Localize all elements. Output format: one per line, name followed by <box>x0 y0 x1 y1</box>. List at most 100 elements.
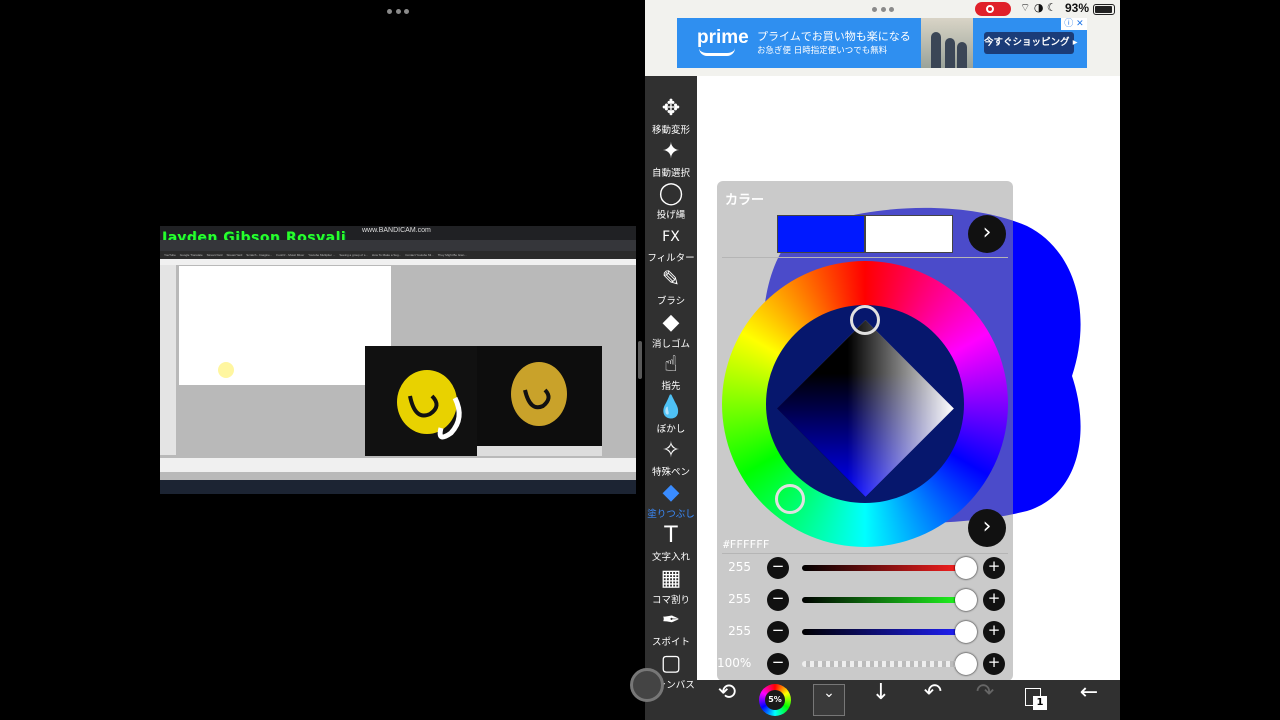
tool-eyedropper-icon: ✒ <box>661 608 681 634</box>
video-paint-canvas <box>179 266 391 385</box>
down-arrow-icon[interactable]: ↓ <box>861 680 901 720</box>
slider-green-minus-icon[interactable]: − <box>767 589 789 611</box>
tool-transform-label: 移動変形 <box>651 125 690 136</box>
slider-red-plus-icon[interactable]: + <box>983 557 1005 579</box>
sv-picker-handle[interactable] <box>850 305 880 335</box>
screen: Jayden Gibson Rosvali www.BANDICAM.com Y… <box>0 0 1280 720</box>
hex-value[interactable]: #FFFFFF <box>723 538 769 551</box>
slider-green-knob[interactable] <box>955 589 977 611</box>
video-paint-palette <box>160 458 636 472</box>
tool-filter-label: フィルター <box>647 253 695 265</box>
status-bar: ⌔ ◑ ☾ 93% <box>645 0 1120 18</box>
ad-line-2: お急ぎ便 日時指定便いつでも無料 <box>757 46 888 56</box>
video-bookmark: They Might Be Gian... <box>437 253 467 257</box>
tool-eyedropper[interactable]: ✒ スポイト <box>645 608 697 650</box>
drawing-canvas[interactable]: カラー › › #FFFFFF 255 − +255 − +255 − +100% − + <box>697 76 1120 681</box>
slider-green-track[interactable] <box>802 597 966 603</box>
bottom-toolbar: ⟲ 5% ⌄ ↓ ↶ ↷ 1 ← <box>697 680 1120 720</box>
brush-size-label: 5% <box>765 690 785 710</box>
tool-text-label: 文字入れ <box>651 552 690 563</box>
tool-blur[interactable]: 💧 ぼかし <box>645 395 697 437</box>
tool-brush[interactable]: ✎ ブラシ <box>645 267 697 309</box>
undo-icon[interactable]: ↶ <box>913 680 953 720</box>
ad-photo <box>921 18 973 68</box>
slider-red-track[interactable] <box>802 565 966 571</box>
tool-lasso[interactable]: ◯ 投げ縄 <box>645 181 697 223</box>
slider-green-value[interactable]: 255 <box>717 592 751 606</box>
prime-ad-banner[interactable]: prime プライムでお買い物も楽になる お急ぎ便 日時指定便いつでも無料 今す… <box>677 18 1087 68</box>
slider-red-knob[interactable] <box>955 557 977 579</box>
ad-cta-button[interactable]: 今すぐショッピング ▸ <box>984 32 1078 54</box>
paint-app: ⌔ ◑ ☾ 93% prime プライムでお買い物も楽になる お急ぎ便 日時指定… <box>645 0 1120 720</box>
video-overlay-right <box>477 346 602 456</box>
redo-icon[interactable]: ↷ <box>965 680 1005 720</box>
video-yellow-drawing <box>397 370 462 440</box>
slider-blue-value[interactable]: 255 <box>717 624 751 638</box>
video-bookmark: How To Make a Sug... <box>371 253 402 257</box>
tool-frame-divider[interactable]: ▦ コマ割り <box>645 566 697 608</box>
ad-brand: prime <box>697 27 749 48</box>
color-wheel-button[interactable]: 5% <box>759 684 791 716</box>
video-bandicam-label: www.BANDICAM.com <box>362 227 431 234</box>
tool-transform-icon: ✥ <box>661 96 681 121</box>
rotate-canvas-icon[interactable]: ⟲ <box>707 680 747 720</box>
tool-text[interactable]: T 文字入れ <box>645 523 697 565</box>
assistive-touch-button[interactable] <box>630 668 664 702</box>
slider-blue-track[interactable] <box>802 629 966 635</box>
tool-frame-divider-label: コマ割り <box>651 594 690 606</box>
color-mode-next-icon[interactable]: › <box>968 509 1006 547</box>
primary-color-swatch[interactable] <box>777 215 865 253</box>
right-letterbox <box>1120 0 1280 720</box>
ad-bar: prime プライムでお買い物も楽になる お急ぎ便 日時指定便いつでも無料 今す… <box>645 18 1120 76</box>
panel-dropdown-icon[interactable]: ⌄ <box>813 684 845 716</box>
slider-opacity-plus-icon[interactable]: + <box>983 653 1005 675</box>
tool-brush-icon: ✎ <box>661 266 681 292</box>
video-bookmark: StreamYard <box>226 253 243 257</box>
tool-fill[interactable]: ◆ 塗りつぶし <box>645 480 697 522</box>
slider-opacity-track[interactable] <box>802 661 966 667</box>
color-panel-expand-icon[interactable]: › <box>968 215 1006 253</box>
slider-blue-minus-icon[interactable]: − <box>767 621 789 643</box>
tool-magic-wand[interactable]: ✦ 自動選択 <box>645 139 697 181</box>
split-view-divider[interactable] <box>638 341 642 379</box>
secondary-color-swatch[interactable] <box>865 215 953 253</box>
screen-record-indicator[interactable] <box>975 2 1011 16</box>
status-icons: ⌔ ◑ ☾ <box>1020 1 1057 14</box>
tool-fill-label: 塗りつぶし <box>647 509 695 521</box>
slider-blue-knob[interactable] <box>955 621 977 643</box>
tool-special-pen[interactable]: ✧ 特殊ペン <box>645 438 697 480</box>
tool-magic-wand-icon: ✦ <box>661 138 681 164</box>
hue-picker-handle[interactable] <box>775 484 805 514</box>
panel-divider <box>722 257 1008 258</box>
tool-blur-icon: 💧 <box>657 394 685 420</box>
slider-red-minus-icon[interactable]: − <box>767 557 789 579</box>
slider-red-value[interactable]: 255 <box>717 560 751 574</box>
embedded-video[interactable]: Jayden Gibson Rosvali www.BANDICAM.com Y… <box>160 226 636 494</box>
tool-smudge[interactable]: ☝ 指先 <box>645 352 697 394</box>
tool-filter[interactable]: FX フィルター <box>645 224 697 266</box>
tool-sidebar: ✥ 移動変形 ✦ 自動選択 ◯ 投げ縄 FX フィルター ✎ ブラシ ◆ 消しゴム ☝ 指先 💧 ぼかし ✧ 特殊… <box>645 76 697 720</box>
left-multitask-handle[interactable] <box>387 6 409 16</box>
tool-smudge-icon: ☝ <box>664 352 678 378</box>
slider-green-plus-icon[interactable]: + <box>983 589 1005 611</box>
tool-smudge-label: 指先 <box>661 381 681 393</box>
color-panel-title: カラー <box>725 193 765 208</box>
slider-opacity-value[interactable]: 100% <box>717 656 751 670</box>
slider-blue-plus-icon[interactable]: + <box>983 621 1005 643</box>
video-gold-drawing <box>477 362 602 456</box>
slider-opacity-knob[interactable] <box>955 653 977 675</box>
right-multitask-handle[interactable] <box>872 4 894 14</box>
ad-line-1: プライムでお買い物も楽になる <box>757 30 911 43</box>
slider-opacity-minus-icon[interactable]: − <box>767 653 789 675</box>
tool-eraser-icon: ◆ <box>662 309 680 335</box>
tool-lasso-label: 投げ縄 <box>656 210 686 222</box>
tool-brush-label: ブラシ <box>656 295 686 307</box>
video-bookmark: StreamYard <box>206 253 223 257</box>
ad-close-icon[interactable]: ⓘ ✕ <box>1061 18 1087 30</box>
color-panel: カラー › › #FFFFFF 255 − +255 − +255 − +100% − + <box>717 181 1013 681</box>
video-taskbar <box>160 480 636 494</box>
back-arrow-icon[interactable]: ← <box>1069 680 1109 720</box>
tool-transform[interactable]: ✥ 移動変形 <box>645 96 697 138</box>
tool-eraser[interactable]: ◆ 消しゴム <box>645 310 697 352</box>
layers-button[interactable]: 1 <box>1025 688 1047 712</box>
